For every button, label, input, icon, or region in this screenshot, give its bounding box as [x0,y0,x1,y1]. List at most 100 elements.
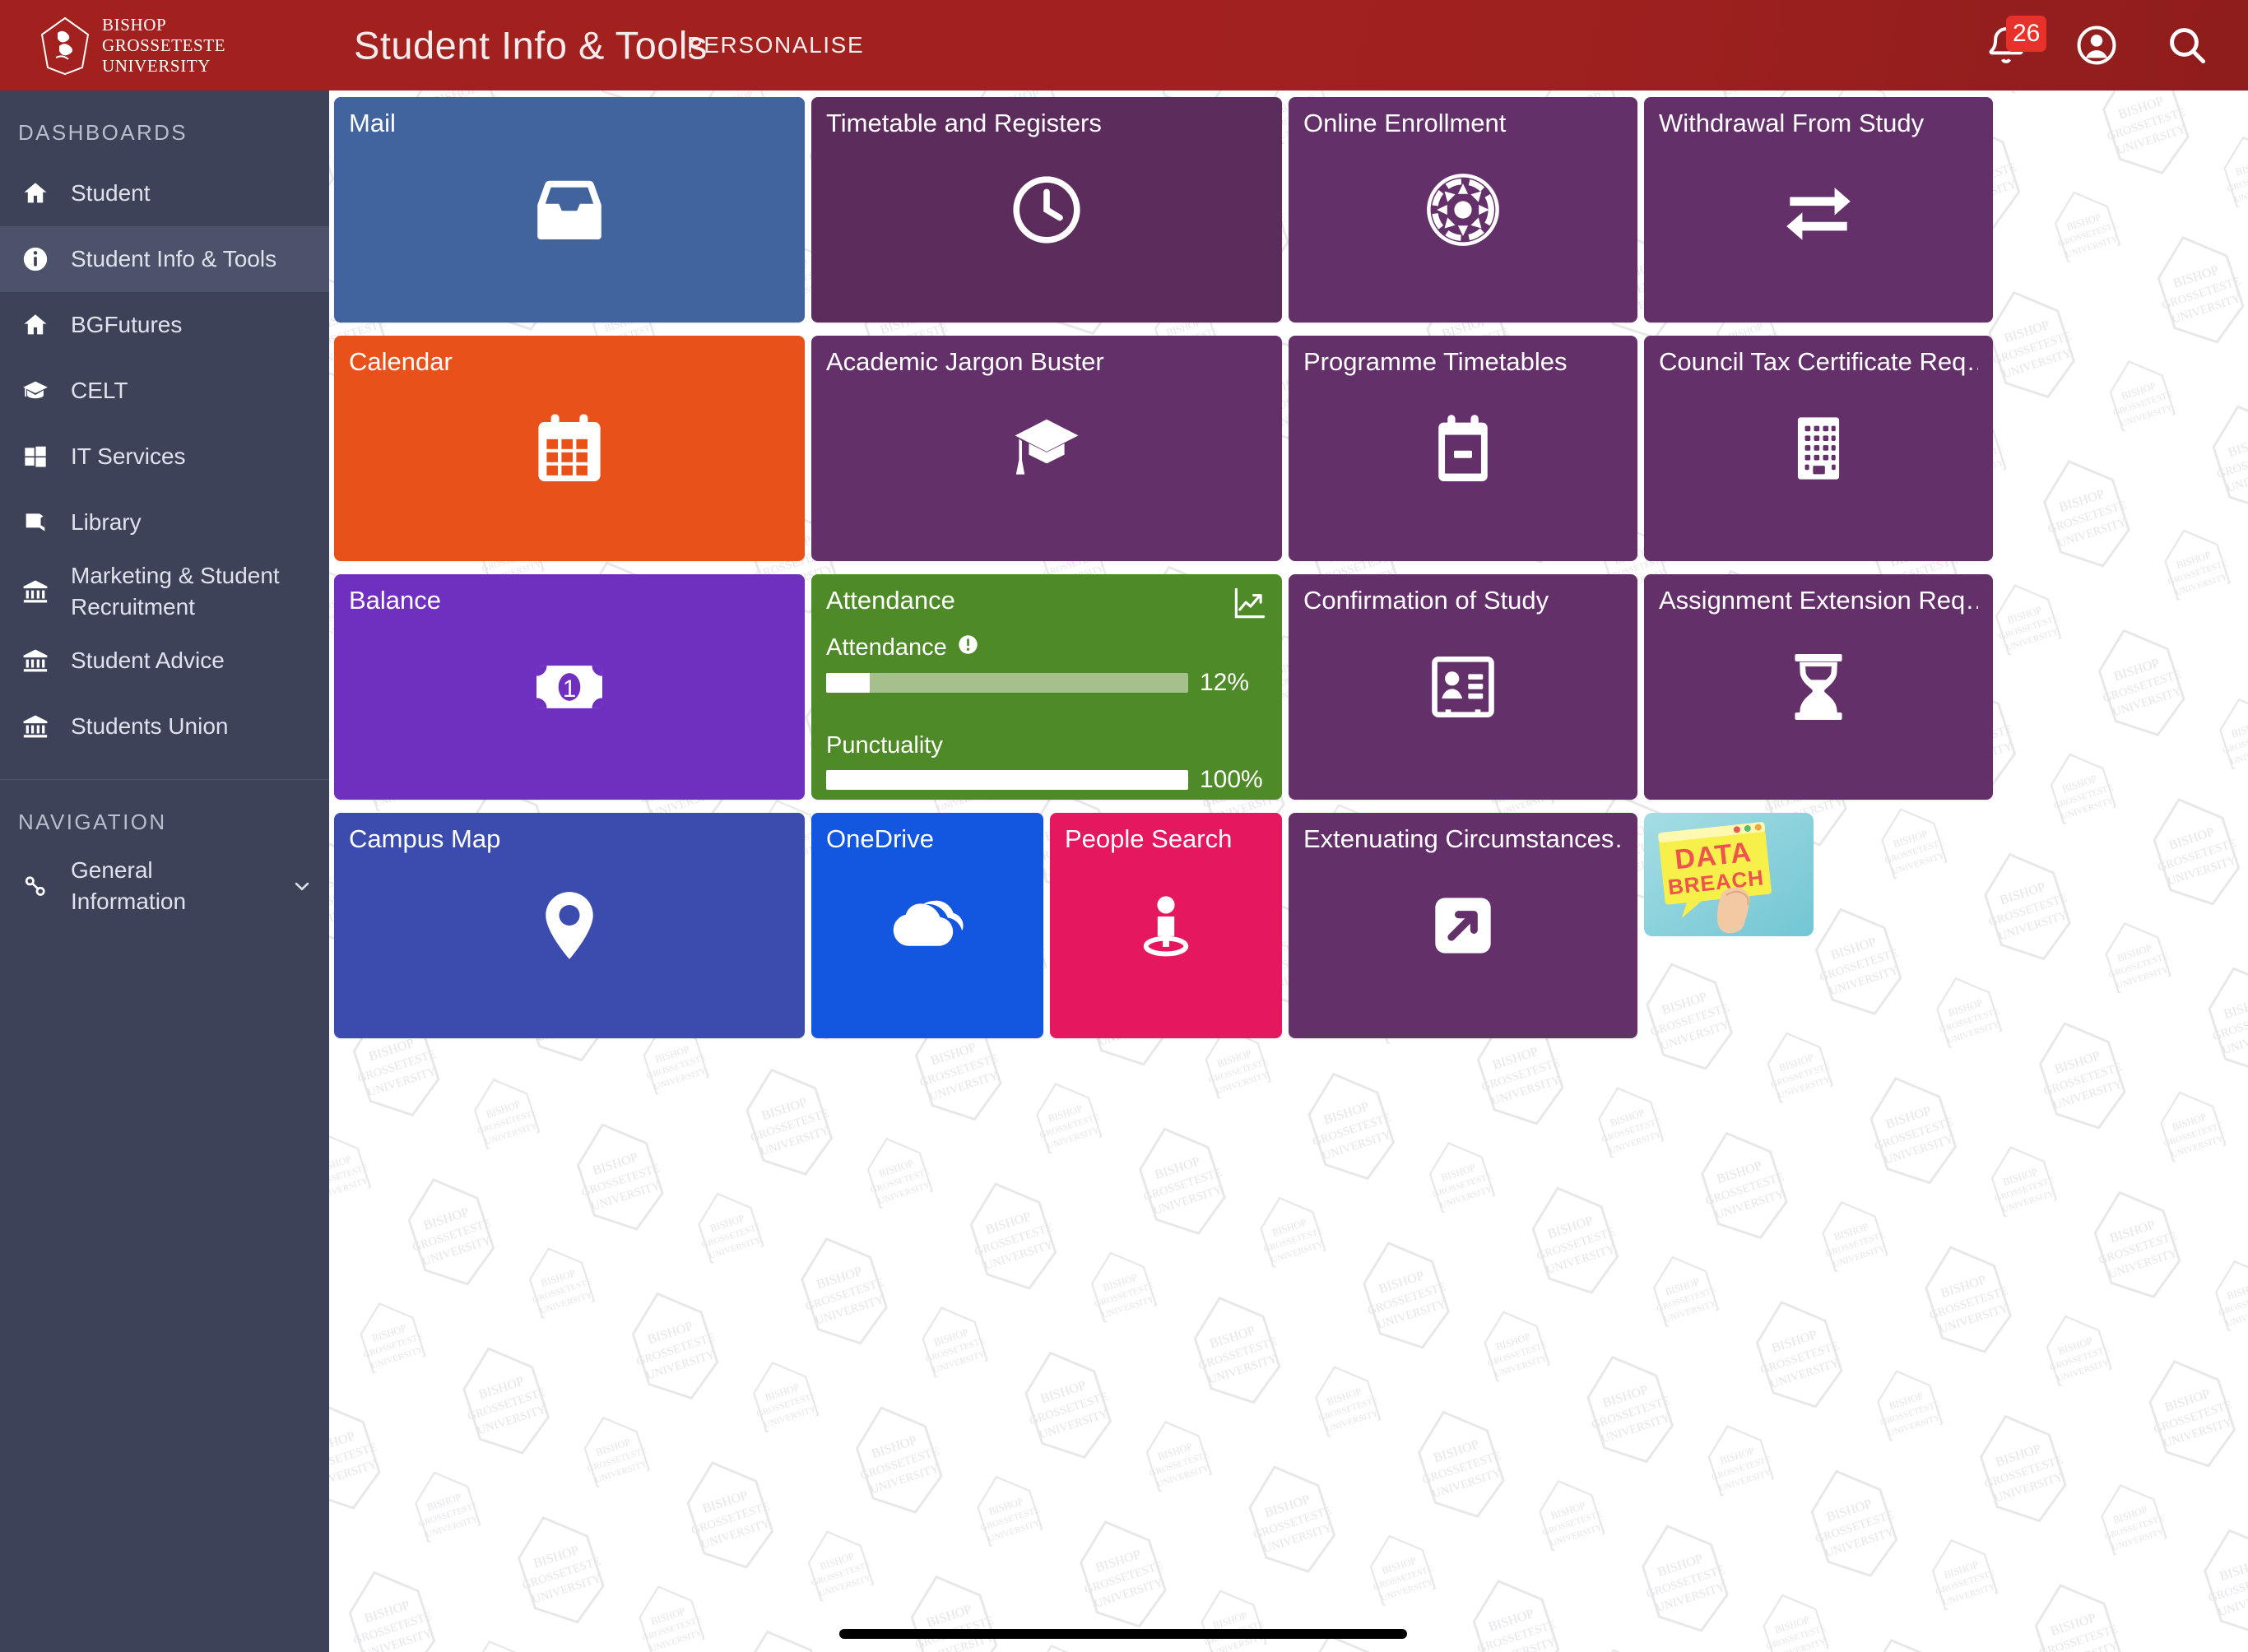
note-minus-icon [1289,336,1637,561]
brand-line-2: GROSSETESTE [102,35,226,55]
tile-cell: DATA BREACH [1644,806,2000,1045]
tile-withdrawal-from-study[interactable]: Withdrawal From Study [1644,97,1993,323]
bank-icon [18,578,53,606]
sidebar-item-students-union[interactable]: Students Union [0,694,329,759]
brand-logo[interactable]: BISHOP GROSSETESTE UNIVERSITY [39,15,225,77]
sidebar: DASHBOARDS Student Student Info & Tools … [0,90,329,1652]
tile-cell: Extenuating Circumstances… [1289,806,1644,1045]
tile-cell: Calendar [334,329,811,568]
bank-icon [18,647,53,675]
sidebar-item-label: Marketing & Student Recruitment [71,563,280,620]
tile-cell: Confirmation of Study [1289,568,1644,806]
book-icon [18,508,53,536]
tile-cell: Mail [334,90,811,329]
header-actions: 26 [1983,16,2210,68]
sidebar-item-general-information[interactable]: General Information [0,850,329,922]
tile-cell: Balance 1 [334,568,811,806]
attendance-metric-attendance: Attendance 12% [826,633,1267,697]
tile-onedrive[interactable]: OneDrive [811,813,1043,1038]
tile-academic-jargon-buster[interactable]: Academic Jargon Buster [811,336,1282,561]
tile-data-breach[interactable]: DATA BREACH [1644,813,1814,936]
bank-icon [18,712,53,740]
person-locator-icon [1050,813,1282,1038]
id-card-icon [1289,574,1637,800]
notifications-button[interactable]: 26 [1983,16,2047,68]
graduation-cap-icon [811,336,1282,561]
brand-line-1: BISHOP [102,15,167,35]
sidebar-item-bgfutures[interactable]: BGFutures [0,292,329,358]
dashboard-tile-grid: Mail Timetable and Registers Online Enro… [334,90,2000,1045]
graduation-cap-icon [18,377,53,405]
tile-people-search[interactable]: People Search [1050,813,1282,1038]
personalise-button[interactable]: PERSONALISE [687,32,864,58]
tile-cell: Academic Jargon Buster [811,329,1289,568]
search-button[interactable] [2164,22,2210,68]
tile-balance[interactable]: Balance 1 [334,574,805,800]
search-icon [2170,28,2206,64]
tile-title: Attendance [826,586,955,615]
data-breach-image: DATA BREACH [1644,813,1814,936]
sidebar-item-label: Library [71,509,142,535]
sidebar-item-it-services[interactable]: IT Services [0,424,329,490]
tile-calendar[interactable]: Calendar [334,336,805,561]
chevron-down-icon[interactable] [290,875,314,898]
page-title: Student Info & Tools [354,23,708,67]
building-icon [1644,336,1993,561]
tile-mail[interactable]: Mail [334,97,805,323]
tile-cell: Timetable and Registers [811,90,1289,329]
tile-cell: Council Tax Certificate Req… [1644,329,2000,568]
tile-timetable-and-registers[interactable]: Timetable and Registers [811,97,1282,323]
home-icon [18,179,53,207]
tile-online-enrollment[interactable]: Online Enrollment [1289,97,1637,323]
sidebar-item-label: Student Advice [71,647,225,673]
tile-extenuating-circumstances[interactable]: Extenuating Circumstances… [1289,813,1637,1038]
attendance-progress-bar [826,673,1188,693]
punctuality-progress-bar [826,770,1188,790]
cloud-icon [811,813,1043,1038]
home-icon [18,311,53,339]
tile-cell: Online Enrollment [1289,90,1644,329]
banknote-icon: 1 [334,574,805,800]
sidebar-item-label: General Information [71,857,187,914]
tile-confirmation-of-study[interactable]: Confirmation of Study [1289,574,1637,800]
attendance-value: 12% [1200,669,1250,696]
punctuality-progress-fill [826,770,1188,790]
svg-text:1: 1 [563,675,576,703]
attendance-progress-fill [826,673,870,693]
sidebar-section-navigation: NAVIGATION [18,810,167,834]
sidebar-item-library[interactable]: Library [0,490,329,555]
tile-campus-map[interactable]: Campus Map [334,813,805,1038]
tile-cell: Withdrawal From Study [1644,90,2000,329]
split-tile-container: OneDrive People Search [811,813,1282,1038]
notification-count-badge: 26 [2006,16,2047,52]
punctuality-metric-label: Punctuality [826,732,943,759]
sidebar-item-marketing-student-recruitment[interactable]: Marketing & Student Recruitment [0,555,329,628]
brand-line-3: UNIVERSITY [102,56,211,76]
horizontal-scrollbar[interactable] [839,1629,1407,1639]
sidebar-item-celt[interactable]: CELT [0,358,329,424]
brand-logo-text: BISHOP GROSSETESTE UNIVERSITY [102,15,225,77]
tile-programme-timetables[interactable]: Programme Timetables [1289,336,1637,561]
app-root: BISHOP GROSSETESTE UNIVERSITY BISHOP GRO… [0,0,2248,1652]
tile-cell: Attendance Attendance 12% Punctuality 10… [811,568,1289,806]
attendance-metric-label: Attendance [826,634,947,661]
sidebar-item-student[interactable]: Student [0,160,329,226]
attendance-metric-label-row: Attendance [826,633,1267,662]
tile-attendance[interactable]: Attendance Attendance 12% Punctuality 10… [811,574,1282,800]
sidebar-item-label: IT Services [71,443,186,469]
chart-line-icon[interactable] [1233,586,1267,624]
sidebar-item-student-info-tools[interactable]: Student Info & Tools [0,226,329,292]
tile-council-tax-certificate-request[interactable]: Council Tax Certificate Req… [1644,336,1993,561]
sidebar-item-student-advice[interactable]: Student Advice [0,628,329,694]
tile-cell: Campus Map [334,806,811,1045]
account-icon [2077,26,2116,65]
account-button[interactable] [2074,22,2120,68]
punctuality-metric-label-row: Punctuality [826,732,1267,759]
hourglass-icon [1644,574,1993,800]
tile-cell: Programme Timetables [1289,329,1644,568]
attendance-metric-punctuality: Punctuality 100% [826,732,1267,794]
info-circle-icon [18,245,53,273]
sidebar-item-label: Student Info & Tools [71,246,277,271]
tile-assignment-extension-request[interactable]: Assignment Extension Req… [1644,574,1993,800]
tile-cell: Assignment Extension Req… [1644,568,2000,806]
